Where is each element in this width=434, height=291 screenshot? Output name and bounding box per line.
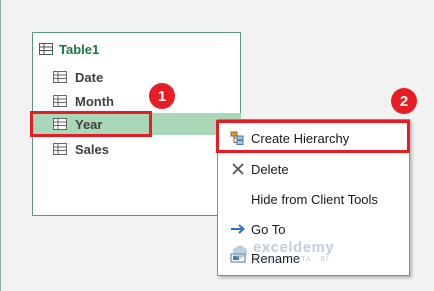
table-name: Table1 — [59, 41, 100, 57]
window-edge — [0, 0, 1, 291]
column-icon — [53, 71, 67, 83]
menu-item-label: Hide from Client Tools — [251, 191, 378, 207]
field-label: Sales — [75, 141, 109, 157]
field-label: Month — [75, 93, 114, 109]
menu-item-label: Delete — [251, 161, 289, 177]
field-month[interactable]: Month — [53, 90, 114, 112]
blank-icon — [228, 191, 248, 207]
table-header[interactable]: Table1 — [39, 40, 99, 58]
menu-item-label: Go To — [251, 221, 286, 237]
field-sales[interactable]: Sales — [53, 138, 109, 160]
column-icon — [53, 95, 67, 107]
menu-item-delete[interactable]: Delete — [218, 155, 409, 183]
highlight-box-create-hierarchy — [216, 120, 410, 153]
watermark-name: exceldemy — [253, 239, 335, 256]
watermark: exceldemy EXCEL · DATA · BI — [232, 240, 334, 263]
menu-item-hide-from-client-tools[interactable]: Hide from Client Tools — [218, 185, 409, 213]
watermark-tagline: EXCEL · DATA · BI — [253, 255, 329, 263]
column-icon — [53, 143, 67, 155]
step-badge-2: 2 — [391, 88, 417, 114]
watermark-logo-icon — [233, 244, 247, 259]
table-icon — [39, 43, 53, 55]
field-label: Date — [75, 69, 104, 85]
field-date[interactable]: Date — [53, 66, 103, 88]
arrow-right-icon — [228, 221, 248, 237]
highlight-box-year — [30, 111, 152, 137]
step-badge-1: 1 — [149, 83, 175, 109]
x-icon — [228, 161, 248, 177]
